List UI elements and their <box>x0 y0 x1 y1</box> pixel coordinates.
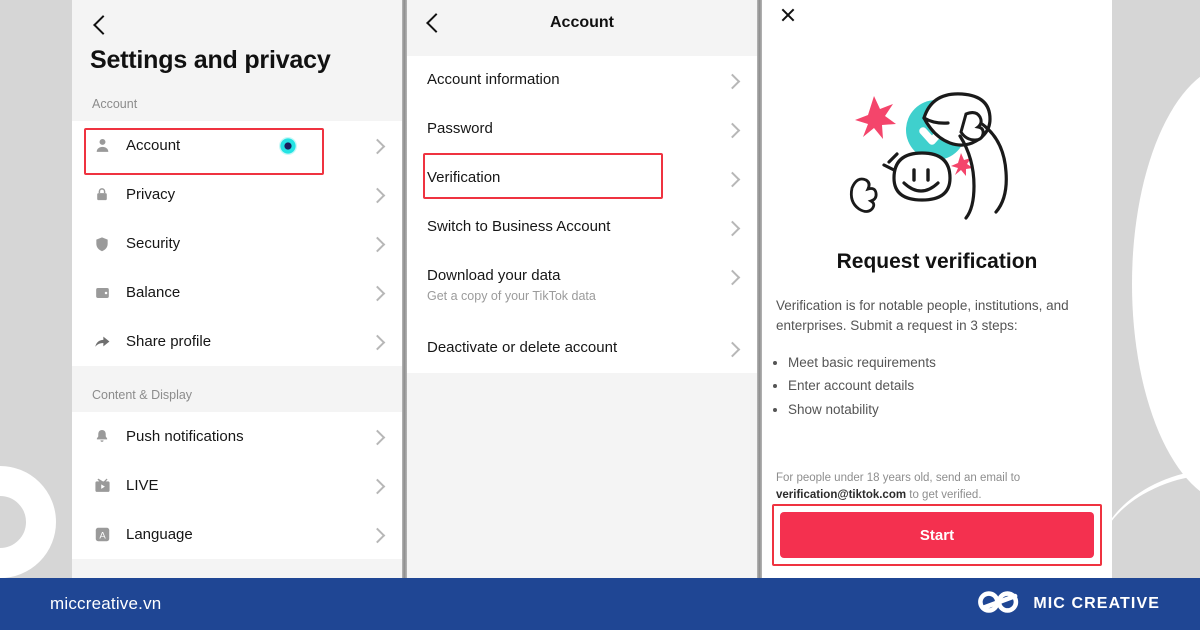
chevron-right-icon <box>725 270 739 284</box>
phone-panels-row: Settings and privacy Account Account Pri… <box>0 0 1200 578</box>
chevron-right-icon <box>725 74 739 88</box>
chevron-right-icon <box>370 479 384 493</box>
verification-description: Verification is for notable people, inst… <box>776 298 1069 333</box>
chevron-right-icon <box>725 221 739 235</box>
account-item-label: Switch to Business Account <box>427 218 611 235</box>
screenshot-root: Settings and privacy Account Account Pri… <box>0 0 1200 630</box>
list-item: Show notability <box>788 398 1098 421</box>
start-button[interactable]: Start <box>780 512 1094 558</box>
settings-header: Settings and privacy <box>72 0 402 75</box>
brand-logo-group: MIC CREATIVE <box>977 589 1160 620</box>
left-background-spacer <box>0 0 72 578</box>
account-item-text: Switch to Business Account <box>427 203 725 235</box>
account-navbar: Account <box>407 0 757 46</box>
account-item-text: Account information <box>427 56 725 88</box>
sidebar-item-label: Security <box>126 235 181 252</box>
sidebar-item-language[interactable]: A Language <box>72 510 402 559</box>
verification-steps-list: Meet basic requirements Enter account de… <box>762 335 1112 421</box>
infinity-loop-logo-icon <box>977 589 1021 620</box>
account-item-subtitle: Get a copy of your TikTok data <box>427 289 596 303</box>
chevron-right-icon <box>725 123 739 137</box>
verification-illustration <box>762 78 1112 228</box>
live-broadcast-icon <box>92 476 112 496</box>
sidebar-item-label: Push notifications <box>126 428 244 445</box>
account-item-text: Download your data Get a copy of your Ti… <box>427 252 725 303</box>
account-item-label: Account information <box>427 71 560 88</box>
close-x-icon[interactable] <box>778 5 798 25</box>
lock-icon <box>92 185 112 205</box>
settings-and-privacy-panel: Settings and privacy Account Account Pri… <box>72 0 402 578</box>
sidebar-item-privacy[interactable]: Privacy <box>72 170 402 219</box>
header-gap <box>407 46 757 56</box>
language-a-icon: A <box>92 525 112 545</box>
account-item-text: Password <box>427 105 725 137</box>
chevron-right-icon <box>725 342 739 356</box>
page-title: Settings and privacy <box>90 46 331 74</box>
shield-icon <box>92 234 112 254</box>
chevron-right-icon <box>370 335 384 349</box>
chevron-right-icon <box>725 172 739 186</box>
account-item-text: Verification <box>427 154 725 186</box>
page-title: Request verification <box>836 250 1038 273</box>
wallet-icon <box>92 283 112 303</box>
sidebar-item-live[interactable]: LIVE <box>72 461 402 510</box>
panel-title: Account <box>550 14 614 31</box>
minor-note-suffix: to get verified. <box>906 489 982 502</box>
section-heading-content-display: Content & Display <box>72 366 402 412</box>
chevron-left-icon[interactable] <box>90 14 112 36</box>
sidebar-item-balance[interactable]: Balance <box>72 268 402 317</box>
account-item-verification[interactable]: Verification <box>407 154 757 203</box>
sidebar-item-label: Account <box>126 137 181 154</box>
person-icon <box>92 136 112 156</box>
brand-bar: miccreative.vn MIC CREATIVE <box>0 578 1200 630</box>
sidebar-item-label: Balance <box>126 284 181 301</box>
chevron-right-icon <box>370 528 384 542</box>
svg-text:A: A <box>99 530 106 541</box>
verify-navbar <box>762 0 1112 30</box>
brand-logo-text: MIC CREATIVE <box>1033 595 1160 612</box>
request-verification-panel: Request verification Verification is for… <box>762 0 1112 578</box>
account-item-account-information[interactable]: Account information <box>407 56 757 105</box>
sidebar-item-label: Privacy <box>126 186 176 203</box>
account-options-list: Account information Password Verificatio… <box>407 56 757 373</box>
sidebar-item-share-profile[interactable]: Share profile <box>72 317 402 366</box>
settings-content-display-list: Push notifications LIVE A Language <box>72 412 402 559</box>
settings-account-list: Account Privacy Security Balance Share p… <box>72 121 402 366</box>
chevron-right-icon <box>370 188 384 202</box>
list-item: Meet basic requirements <box>788 351 1098 374</box>
account-item-deactivate-or-delete-account[interactable]: Deactivate or delete account <box>407 324 757 373</box>
account-item-label: Password <box>427 120 493 137</box>
chevron-right-icon <box>370 430 384 444</box>
status-badge <box>279 136 297 155</box>
sidebar-item-label: Share profile <box>126 333 212 350</box>
account-item-text: Deactivate or delete account <box>427 324 725 356</box>
account-item-label: Verification <box>427 169 501 186</box>
account-item-download-your-data[interactable]: Download your data Get a copy of your Ti… <box>407 252 757 324</box>
sidebar-item-label: Language <box>126 526 193 543</box>
minor-note-prefix: For people under 18 years old, send an e… <box>776 472 1021 484</box>
chevron-right-icon <box>370 286 384 300</box>
minor-verification-note: For people under 18 years old, send an e… <box>776 470 1098 505</box>
share-arrow-icon <box>92 332 112 352</box>
sidebar-item-push-notifications[interactable]: Push notifications <box>72 412 402 461</box>
site-url: miccreative.vn <box>50 594 162 613</box>
sidebar-item-account[interactable]: Account <box>72 121 402 170</box>
settings-navbar <box>72 8 402 42</box>
section-heading-account: Account <box>72 75 402 121</box>
account-item-password[interactable]: Password <box>407 105 757 154</box>
minor-note-email: verification@tiktok.com <box>776 489 907 502</box>
account-panel: Account Account information Password Ver… <box>407 0 757 578</box>
chevron-right-icon <box>370 237 384 251</box>
account-item-label: Deactivate or delete account <box>427 339 618 356</box>
list-item: Enter account details <box>788 374 1098 397</box>
sidebar-item-label: LIVE <box>126 477 159 494</box>
account-item-label: Download your data <box>427 267 561 284</box>
account-item-switch-to-business-account[interactable]: Switch to Business Account <box>407 203 757 252</box>
bell-icon <box>92 427 112 447</box>
sidebar-item-security[interactable]: Security <box>72 219 402 268</box>
right-background-spacer <box>1112 0 1184 578</box>
chevron-right-icon <box>370 139 384 153</box>
